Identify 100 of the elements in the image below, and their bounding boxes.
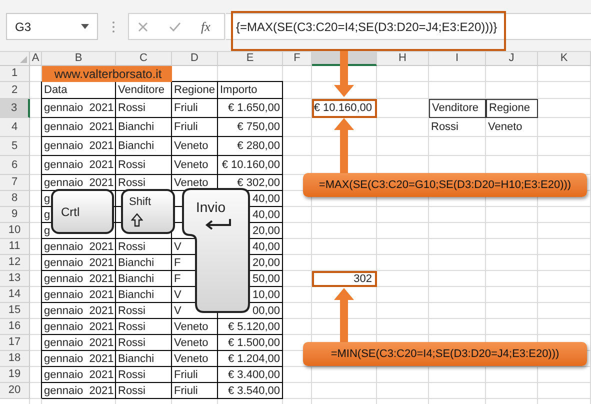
table-cell[interactable]: Rossi [118,238,146,256]
row-header[interactable]: 4 [0,118,30,137]
website-banner[interactable]: www.valterborsato.it [42,66,172,82]
table-cell[interactable]: € 3.400,00 [228,366,280,384]
table-cell[interactable]: V [174,302,182,320]
table-cell[interactable]: € 5.120,00 [228,318,280,336]
table-cell[interactable]: 50,00 [252,270,280,288]
row-header[interactable]: 1 [0,66,30,82]
table-cell[interactable]: gennaio 2021 [44,119,114,136]
table-cell[interactable]: F [174,254,181,272]
cancel-icon[interactable] [138,22,148,32]
column-header[interactable]: J [486,52,538,66]
table-cell[interactable]: g [44,206,50,224]
table-cell[interactable]: gennaio 2021 [44,138,114,155]
column-header[interactable]: I [429,52,486,66]
table-cell[interactable]: V [174,286,182,304]
column-header[interactable]: K [538,52,591,66]
table-cell[interactable]: gennaio 2021 [44,366,114,384]
table-cell[interactable]: gennaio 2021 [44,270,114,288]
table-cell[interactable]: Data [44,82,68,99]
table-cell[interactable]: € 302,00 [237,174,280,192]
table-cell[interactable]: Rossi [118,318,146,336]
table-cell[interactable]: g [44,190,50,208]
table-cell[interactable]: Veneto [174,334,208,352]
table-cell[interactable]: Venditore [118,82,164,99]
table-header-cell[interactable]: Venditore [429,99,486,118]
table-cell[interactable]: V [174,238,182,256]
table-cell[interactable]: Rossi [118,366,146,384]
table-cell[interactable]: Bianchi [118,138,154,155]
row-header[interactable]: 7 [0,175,30,191]
table-cell[interactable]: 00,00 [252,302,280,320]
row-header[interactable]: 5 [0,137,30,156]
row-header[interactable]: 6 [0,156,30,175]
table-cell[interactable]: Rossi [118,157,146,174]
table-cell[interactable]: Veneto [488,119,522,136]
name-box[interactable]: G3 [6,13,98,40]
table-cell[interactable]: Bianchi [118,119,154,136]
table-cell[interactable]: 10,00 [252,286,280,304]
column-header[interactable]: H [377,52,429,66]
table-cell[interactable]: € 280,00 [237,138,280,155]
table-cell[interactable]: Bianchi [118,254,154,272]
row-header[interactable]: 10 [0,223,30,239]
row-header[interactable]: 8 [0,191,30,207]
table-cell[interactable]: Friuli [174,119,198,136]
row-header[interactable]: 15 [0,303,30,319]
result-cell[interactable]: € 10.160,00 [312,99,377,118]
row-header[interactable]: 11 [0,239,30,255]
insert-function-button[interactable]: fx [201,17,210,36]
row-header[interactable]: 12 [0,255,30,271]
table-cell[interactable]: Rossi [118,334,146,352]
table-cell[interactable]: Friuli [174,366,198,384]
table-cell[interactable]: 20,00 [252,254,280,272]
row-header[interactable]: 19 [0,367,30,383]
row-header[interactable]: 20 [0,383,30,399]
table-cell[interactable]: F [174,270,181,288]
table-cell[interactable]: € 1.500,00 [228,334,280,352]
table-cell[interactable]: gennaio 2021 [44,100,114,117]
table-cell[interactable]: Importo [220,82,258,99]
table-cell[interactable]: Friuli [174,100,198,117]
table-cell[interactable]: Veneto [174,174,208,192]
table-cell[interactable]: Bianchi [118,350,154,368]
row-header[interactable]: 3 [0,99,30,118]
table-cell[interactable]: gennaio 2021 [44,238,114,256]
table-cell[interactable]: gennaio 2021 [44,174,114,192]
table-cell[interactable]: gennaio 2021 [44,382,114,400]
table-cell[interactable]: € 750,00 [237,119,280,136]
row-header[interactable]: 2 [0,82,30,99]
table-cell[interactable]: Veneto [174,350,208,368]
table-cell[interactable]: Rossi [118,302,146,320]
column-header[interactable]: E [218,52,283,66]
table-cell[interactable]: g [44,222,50,240]
table-cell[interactable]: Rossi [118,174,146,192]
row-header[interactable]: 9 [0,207,30,223]
table-cell[interactable]: 40,00 [252,190,280,208]
row-header[interactable]: 18 [0,351,30,367]
table-cell[interactable]: € 10.160,00 [222,157,280,174]
row-header[interactable]: 16 [0,319,30,335]
table-cell[interactable]: Rossi [118,100,146,117]
table-cell[interactable]: Rossi [118,382,146,400]
table-cell[interactable]: gennaio 2021 [44,254,114,272]
result-cell[interactable]: 302 [312,271,377,287]
table-cell[interactable]: gennaio 2021 [44,157,114,174]
table-cell[interactable]: 40,00 [252,238,280,256]
column-header[interactable]: A [30,52,42,66]
row-header[interactable]: 17 [0,335,30,351]
table-cell[interactable]: Friuli [174,382,198,400]
table-cell[interactable]: gennaio 2021 [44,350,114,368]
column-header[interactable]: D [172,52,218,66]
table-cell[interactable]: € 1.204,00 [228,350,280,368]
table-cell[interactable]: gennaio 2021 [44,302,114,320]
row-header[interactable]: 14 [0,287,30,303]
table-cell[interactable]: Bianchi [118,270,154,288]
table-cell[interactable]: Regione [174,82,215,99]
table-cell[interactable]: 40,00 [252,206,280,224]
table-cell[interactable]: € 1.650,00 [228,100,280,117]
table-cell[interactable]: Rossi [431,119,459,136]
table-cell[interactable]: gennaio 2021 [44,334,114,352]
table-cell[interactable]: Bianchi [118,286,154,304]
check-icon[interactable] [169,22,181,32]
table-cell[interactable]: gennaio 2021 [44,318,114,336]
